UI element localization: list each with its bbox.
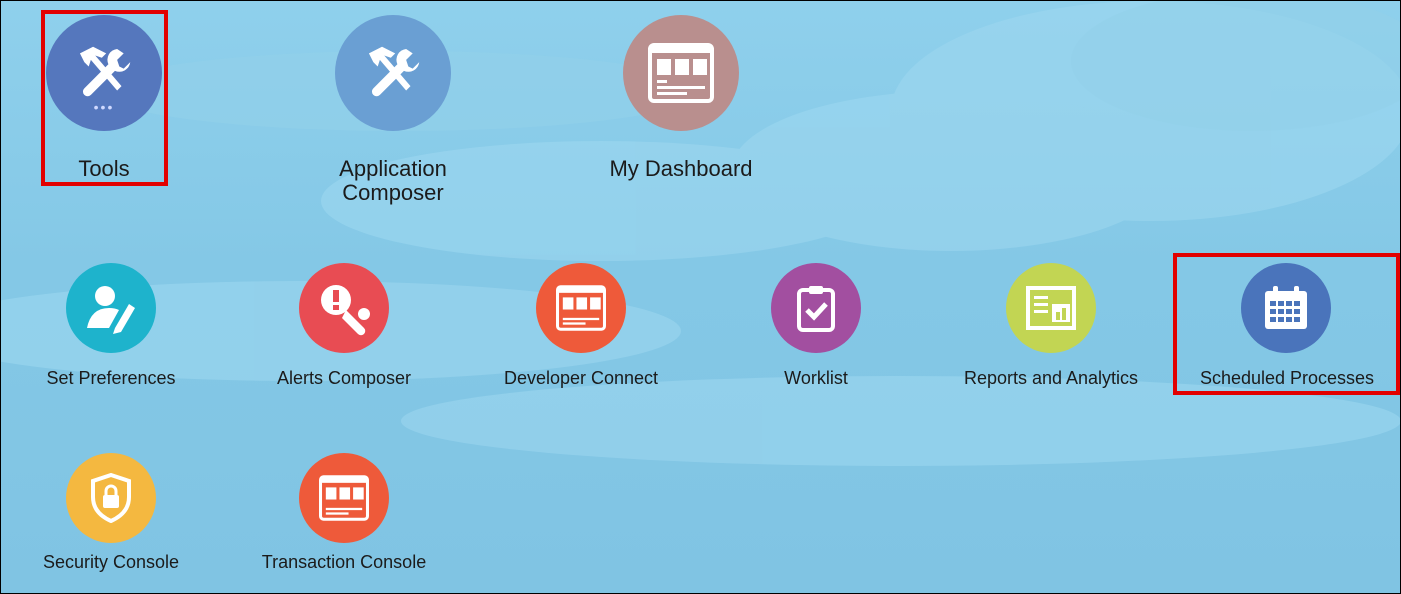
more-dots-icon: ••• — [93, 99, 115, 115]
developer-connect-tile[interactable]: Developer Connect — [476, 263, 686, 393]
security-console-label: Security Console — [42, 552, 180, 572]
scheduled-processes-label: Scheduled Processes — [1199, 368, 1375, 388]
user-edit-icon — [66, 263, 156, 353]
clipboard-check-icon — [771, 263, 861, 353]
dashboard-icon — [536, 263, 626, 353]
tools-icon: ••• — [46, 15, 162, 131]
dashboard-icon — [299, 453, 389, 543]
scheduled-processes-tile[interactable]: Scheduled Processes — [1175, 263, 1399, 393]
reports-analytics-label: Reports and Analytics — [963, 368, 1139, 388]
springboard: ••• Tools Application Composer My Dashbo… — [0, 0, 1401, 594]
tools-tile[interactable]: ••• Tools — [41, 11, 167, 185]
dashboard-icon — [623, 15, 739, 131]
set-preferences-label: Set Preferences — [46, 368, 176, 388]
alerts-composer-label: Alerts Composer — [276, 368, 412, 388]
developer-connect-label: Developer Connect — [503, 368, 659, 388]
my-dashboard-label: My Dashboard — [609, 156, 753, 181]
worklist-tile[interactable]: Worklist — [741, 263, 891, 393]
worklist-label: Worklist — [784, 368, 848, 388]
application-composer-label: Application Composer — [339, 156, 447, 206]
reports-analytics-tile[interactable]: Reports and Analytics — [939, 263, 1163, 393]
transaction-console-label: Transaction Console — [261, 552, 427, 572]
application-composer-tile[interactable]: Application Composer — [321, 11, 465, 211]
tools-icon — [335, 15, 451, 131]
report-icon — [1006, 263, 1096, 353]
set-preferences-tile[interactable]: Set Preferences — [21, 263, 201, 393]
security-console-tile[interactable]: Security Console — [21, 453, 201, 583]
alert-wrench-icon — [299, 263, 389, 353]
alerts-composer-tile[interactable]: Alerts Composer — [249, 263, 439, 393]
tools-label: Tools — [78, 156, 130, 181]
transaction-console-tile[interactable]: Transaction Console — [237, 453, 451, 583]
shield-lock-icon — [66, 453, 156, 543]
calendar-icon — [1241, 263, 1331, 353]
my-dashboard-tile[interactable]: My Dashboard — [591, 11, 771, 191]
